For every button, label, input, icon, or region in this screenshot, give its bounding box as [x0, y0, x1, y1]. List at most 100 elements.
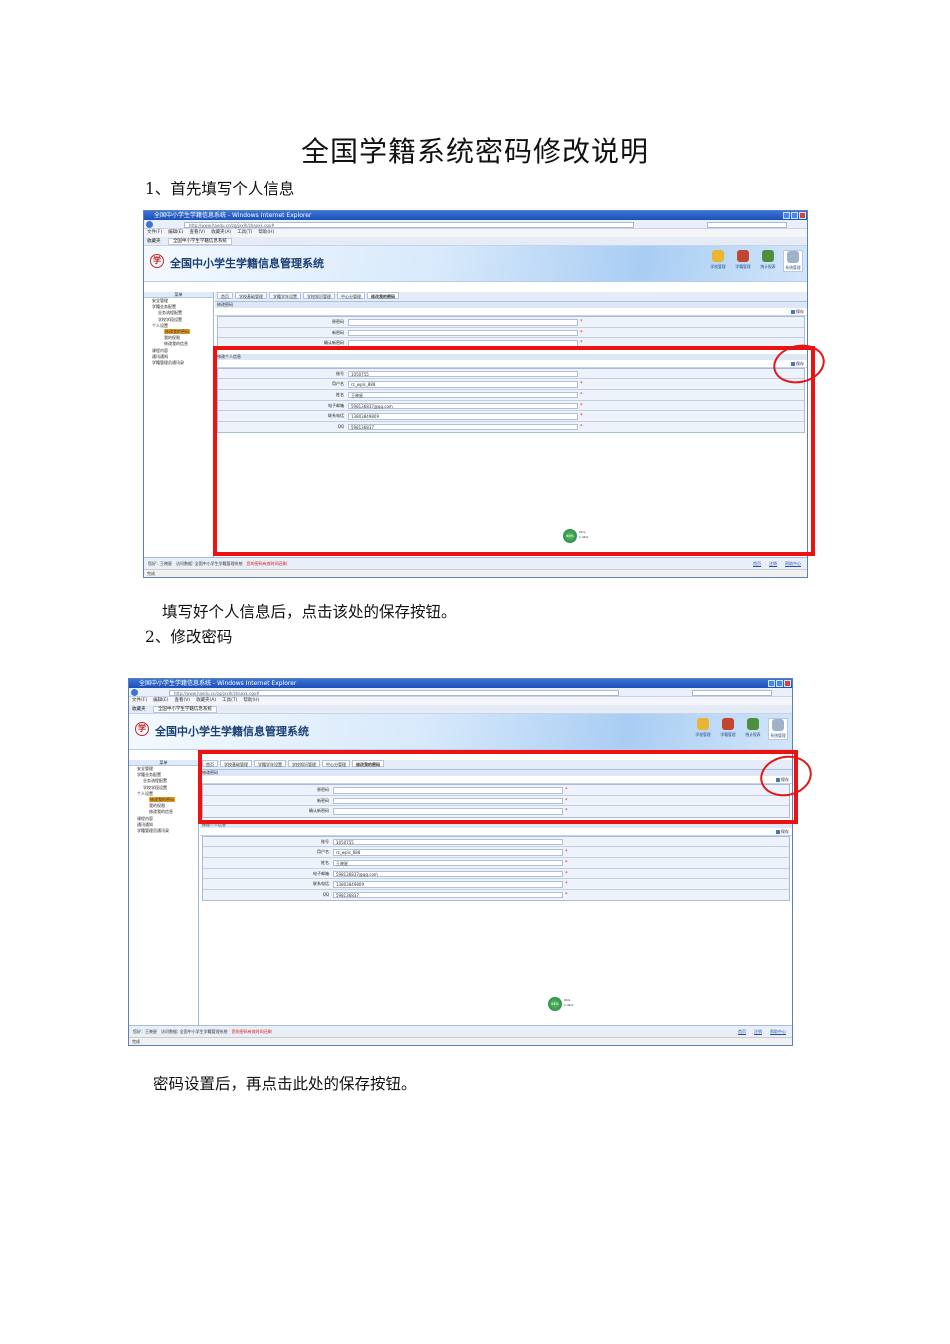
school-management-button[interactable]: 学校管理 — [708, 250, 728, 272]
close-icon[interactable] — [799, 212, 806, 219]
logout-link[interactable]: 注销 — [769, 561, 777, 566]
password-save-button[interactable]: 保存 — [791, 309, 804, 314]
menu-edit[interactable]: 编辑(E) — [168, 230, 183, 235]
sidebar-item[interactable]: 学籍管理员通讯录 — [129, 828, 198, 834]
maximize-icon[interactable] — [776, 680, 783, 687]
browser-status: 完成 — [129, 1037, 792, 1045]
menu-tools[interactable]: 工具(T) — [237, 230, 252, 235]
favorites-bar: 收藏夹 全国中小学生学籍信息系统 — [129, 705, 792, 714]
sidebar-item-label: 安全管理 — [152, 298, 168, 303]
field-label: 新密码 — [332, 329, 344, 335]
school-logo-icon: 学 — [150, 254, 164, 268]
status-left: 您好：王晓星 访问数据: 全国中小学生学籍管理系统 — [133, 1029, 228, 1034]
required-mark: * — [565, 881, 568, 888]
info-row: 账号 1050755 — [203, 836, 789, 848]
password-input[interactable] — [348, 319, 578, 326]
info-input[interactable]: 1050755 — [333, 838, 563, 846]
minimize-icon[interactable] — [768, 680, 775, 687]
back-icon[interactable] — [131, 689, 138, 696]
info-form: 账号 1050755 用户名 rz_wpls_888 * 姓名 王晓星 * 电子邮箱 598136… — [202, 835, 790, 902]
page-title: 全国学籍系统密码修改说明 — [300, 135, 649, 168]
status-warning: 您的密码有效时间还剩 — [231, 1029, 272, 1034]
menu-edit[interactable]: 编辑(E) — [153, 698, 168, 703]
statistics-button[interactable]: 统计报表 — [743, 718, 763, 740]
menu-favorites[interactable]: 收藏夹(A) — [211, 230, 231, 235]
tab-item[interactable]: 修改我的密码 — [367, 292, 399, 299]
info-save-button[interactable]: 保存 — [776, 829, 789, 834]
menu-help[interactable]: 帮助(H) — [258, 230, 274, 235]
window-titlebar: 全国中小学生学籍信息系统 - Windows Internet Explorer — [144, 211, 807, 220]
favorites-button[interactable]: 收藏夹 — [147, 239, 161, 244]
field-label: 用户名 — [317, 849, 329, 855]
menu-view[interactable]: 查看(V) — [174, 698, 190, 703]
sidebar-list: 安全管理 学籍业务配置 业务流程配置 学校学段设置 个人设置 修改我的密码 我的权限 修改我的… — [144, 298, 213, 366]
statistics-button[interactable]: 统计报表 — [758, 250, 778, 272]
tab-item[interactable]: 学籍学年设置 — [269, 292, 301, 299]
browser-tab[interactable]: 全国中小学生学籍信息系统 — [167, 238, 232, 245]
browser-status: 完成 — [144, 569, 807, 577]
school-management-button[interactable]: 学校管理 — [693, 718, 713, 740]
info-input[interactable]: 13803849809 — [333, 881, 563, 888]
required-mark: * — [565, 891, 568, 898]
info-input[interactable]: 王晓星 — [333, 859, 563, 867]
info-row: 联系电话 13803849809 * — [203, 879, 789, 890]
info-row: QQ 598136837 * — [203, 889, 789, 901]
save-icon — [791, 310, 795, 314]
menu-tools[interactable]: 工具(T) — [222, 698, 237, 703]
tab-item[interactable]: 中心分管理 — [337, 292, 365, 299]
info-input[interactable]: 598136837@qq.com — [333, 870, 563, 878]
menu-help[interactable]: 帮助(H) — [243, 698, 259, 703]
system-management-icon — [787, 251, 799, 263]
minimize-icon[interactable] — [783, 212, 790, 219]
highlight-box — [213, 346, 815, 556]
help-link[interactable]: 帮助中心 — [785, 561, 801, 566]
logout-link[interactable]: 注销 — [754, 1029, 762, 1034]
sidebar-item-label: 学籍管理员通讯录 — [137, 827, 169, 833]
help-link[interactable]: 帮助中心 — [770, 1029, 786, 1034]
required-mark: * — [565, 849, 568, 856]
menu-file[interactable]: 文件(F) — [132, 698, 147, 703]
search-input[interactable] — [707, 221, 787, 228]
info-input[interactable]: rz_wpls_888 — [333, 849, 563, 856]
required-mark: * — [565, 859, 568, 866]
sidebar-item-label: 学籍管理员通讯录 — [152, 359, 184, 365]
password-input[interactable] — [348, 329, 578, 337]
system-management-button[interactable]: 系统管理 — [783, 250, 803, 272]
step2-caption: 密码设置后，再点击此处的保存按钮。 — [153, 1075, 417, 1093]
back-icon[interactable] — [146, 221, 153, 228]
tab-item[interactable]: 首页 — [217, 292, 233, 299]
address-bar: http://www.haedu.cn/zg/jxxlh/zhaoxk.cgx# — [129, 688, 792, 697]
menu-file[interactable]: 文件(F) — [147, 230, 162, 235]
sidebar-item[interactable]: 学籍管理员通讯录 — [144, 360, 213, 366]
tab-item[interactable]: 学校基础管理 — [235, 292, 267, 299]
sidebar-item-label: 我的权限 — [164, 335, 180, 341]
student-management-button[interactable]: 学籍管理 — [718, 718, 738, 740]
system-name: 全国中小学生学籍信息管理系统 — [170, 257, 324, 270]
close-icon[interactable] — [784, 680, 791, 687]
sidebar-item-label: 业务流程配置 — [158, 310, 182, 316]
menu-view[interactable]: 查看(V) — [189, 230, 205, 235]
sidebar-list: 安全管理 学籍业务配置 业务流程配置 学校学段设置 个人设置 修改我的密码 我的权限 修改我的… — [129, 766, 198, 834]
tab-item[interactable]: 学校知识管理 — [303, 292, 335, 299]
field-label: 联系电话 — [313, 881, 329, 887]
search-input[interactable] — [692, 689, 772, 696]
student-management-button[interactable]: 学籍管理 — [733, 250, 753, 272]
system-name: 全国中小学生学籍信息管理系统 — [155, 725, 309, 738]
url-input[interactable]: http://www.haedu.cn/zg/jxxlh/zhaoxk.cgx# — [169, 689, 619, 696]
required-mark: * — [580, 329, 583, 336]
browser-tab[interactable]: 全国中小学生学籍信息系统 — [152, 706, 217, 713]
password-row: 原密码 * — [218, 317, 804, 328]
info-row: 电子邮箱 598136837@qq.com * — [203, 868, 789, 880]
favorites-button[interactable]: 收藏夹 — [132, 707, 146, 712]
info-input[interactable]: 598136837 — [333, 891, 563, 899]
app-header: 学 全国中小学生学籍信息管理系统 学校管理 学籍管理 统计报表 系统管理 — [144, 246, 807, 282]
maximize-icon[interactable] — [791, 212, 798, 219]
url-input[interactable]: http://www.haedu.cn/zg/jxxlh/zhaoxk.cgx# — [184, 221, 634, 228]
menu-favorites[interactable]: 收藏夹(A) — [196, 698, 216, 703]
window-title: 全国中小学生学籍信息系统 - Windows Internet Explorer — [154, 212, 312, 219]
home-link[interactable]: 首页 — [753, 561, 761, 566]
home-link[interactable]: 首页 — [738, 1029, 746, 1034]
system-management-button[interactable]: 系统管理 — [768, 718, 788, 740]
menu-bar: 文件(F) 编辑(E) 查看(V) 收藏夹(A) 工具(T) 帮助(H) — [144, 229, 807, 237]
sidebar-item-label: 我的权限 — [149, 803, 165, 809]
